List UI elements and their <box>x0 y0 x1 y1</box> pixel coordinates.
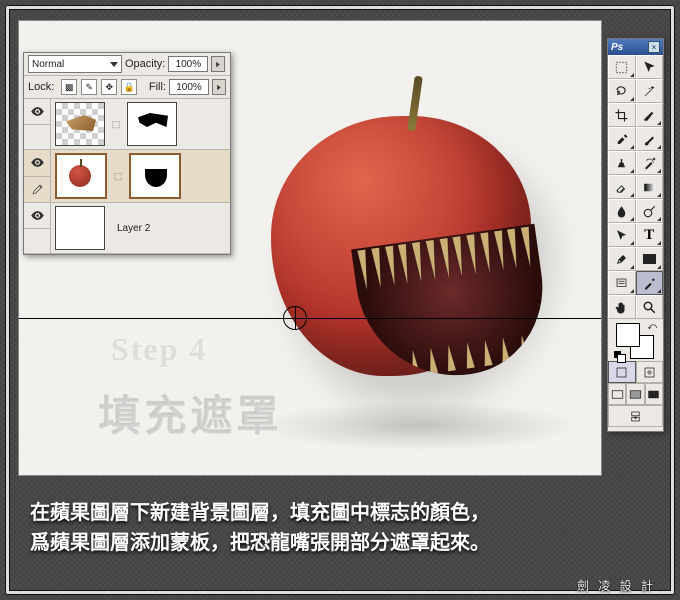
artwork-teeth-bottom <box>372 332 547 382</box>
step-title-watermark: 填充遮罩 <box>99 383 283 444</box>
swap-colors-icon[interactable]: ⤺ <box>647 321 657 332</box>
tool-grid: T <box>608 55 663 319</box>
blur-tool[interactable] <box>608 199 636 223</box>
opacity-slider-toggle[interactable] <box>211 56 225 72</box>
layer-row[interactable]: ⬚ <box>24 150 230 203</box>
tutorial-caption: 在蘋果圖層下新建背景圖層，填充圖中標志的顏色， 爲蘋果圖層添加蒙板，把恐龍嘴張開… <box>30 498 650 558</box>
dodge-tool[interactable] <box>636 199 664 223</box>
fill-slider-toggle[interactable] <box>212 79 226 95</box>
notes-tool[interactable] <box>608 271 636 295</box>
move-tool[interactable] <box>636 55 664 79</box>
screen-full-button[interactable] <box>645 383 663 405</box>
app-logo: Ps <box>611 42 623 53</box>
link-toggle[interactable] <box>24 125 50 150</box>
quickmask-mode-button[interactable] <box>636 361 664 383</box>
slice-tool[interactable] <box>636 103 664 127</box>
artwork-apple <box>271 116 531 376</box>
caption-line-1: 在蘋果圖層下新建背景圖層，填充圖中標志的顏色， <box>30 498 650 528</box>
lasso-tool[interactable] <box>608 79 636 103</box>
layer-row[interactable]: Layer 2 <box>24 203 230 254</box>
visibility-toggle[interactable] <box>24 150 50 177</box>
lock-transparency-button[interactable]: ▩ <box>61 79 77 95</box>
artwork-shadow <box>259 401 579 451</box>
lock-pixels-button[interactable]: ✎ <box>81 79 97 95</box>
lock-position-button[interactable]: ✥ <box>101 79 117 95</box>
mask-link-icon[interactable]: ⬚ <box>113 155 123 197</box>
fill-field[interactable]: 100% <box>169 79 209 95</box>
layers-panel: Normal Opacity: 100% Lock: ▩ ✎ ✥ 🔒 Fill:… <box>23 52 231 255</box>
eye-icon <box>30 104 45 119</box>
step-number-watermark: Step 4 <box>111 331 207 368</box>
tools-palette: Ps × T ⤺ <box>607 38 664 432</box>
pen-tool[interactable] <box>608 247 636 271</box>
history-brush-tool[interactable] <box>636 151 664 175</box>
zoom-tool[interactable] <box>636 295 664 319</box>
foreground-color[interactable] <box>616 323 640 347</box>
layer-thumbnail[interactable] <box>55 102 105 146</box>
artwork-mouth <box>351 224 554 388</box>
visibility-toggle[interactable] <box>24 203 50 229</box>
default-colors-icon[interactable] <box>614 351 624 361</box>
screen-standard-button[interactable] <box>608 383 626 405</box>
clone-stamp-tool[interactable] <box>608 151 636 175</box>
shape-tool[interactable] <box>636 247 664 271</box>
brush-tool[interactable] <box>636 127 664 151</box>
jump-to-imageready-button[interactable] <box>608 405 663 427</box>
standard-mode-button[interactable] <box>608 361 636 383</box>
fill-label: Fill: <box>149 81 166 93</box>
mask-link-icon[interactable]: ⬚ <box>111 103 121 145</box>
link-toggle[interactable] <box>24 229 50 254</box>
credit-text: 劍 凌 設 計 <box>577 577 656 594</box>
gradient-tool[interactable] <box>636 175 664 199</box>
healing-brush-tool[interactable] <box>608 127 636 151</box>
crop-tool[interactable] <box>608 103 636 127</box>
opacity-label: Opacity: <box>125 58 165 70</box>
link-toggle[interactable] <box>24 177 50 203</box>
magic-wand-tool[interactable] <box>636 79 664 103</box>
palette-titlebar[interactable]: Ps × <box>608 39 663 55</box>
path-select-tool[interactable] <box>608 223 636 247</box>
layers-list: ⬚ ⬚ <box>24 99 230 254</box>
layer-thumbnail[interactable] <box>55 206 105 250</box>
screen-menubar-button[interactable] <box>626 383 644 405</box>
layer-name[interactable]: Layer 2 <box>117 223 150 234</box>
layer-mask-thumbnail[interactable] <box>127 102 177 146</box>
eye-icon <box>30 155 45 170</box>
marquee-tool[interactable] <box>608 55 636 79</box>
eye-icon <box>30 208 45 223</box>
visibility-toggle[interactable] <box>24 99 50 125</box>
eraser-tool[interactable] <box>608 175 636 199</box>
artwork-teeth-top <box>357 227 534 291</box>
eyedropper-tool[interactable] <box>636 271 664 295</box>
lock-label: Lock: <box>28 81 54 93</box>
layer-thumbnail[interactable] <box>55 153 107 199</box>
blend-mode-value: Normal <box>32 59 64 70</box>
hand-tool[interactable] <box>608 295 636 319</box>
type-tool[interactable]: T <box>636 223 664 247</box>
close-icon[interactable]: × <box>648 41 660 53</box>
blend-mode-select[interactable]: Normal <box>28 55 122 73</box>
caption-line-2: 爲蘋果圖層添加蒙板，把恐龍嘴張開部分遮罩起來。 <box>30 528 650 558</box>
chevron-down-icon <box>110 62 118 67</box>
opacity-field[interactable]: 100% <box>168 56 208 72</box>
color-swatches: ⤺ <box>608 319 663 361</box>
brush-icon <box>30 182 45 197</box>
lock-all-button[interactable]: 🔒 <box>121 79 137 95</box>
layer-mask-thumbnail[interactable] <box>129 153 181 199</box>
layer-row[interactable]: ⬚ <box>24 99 230 150</box>
